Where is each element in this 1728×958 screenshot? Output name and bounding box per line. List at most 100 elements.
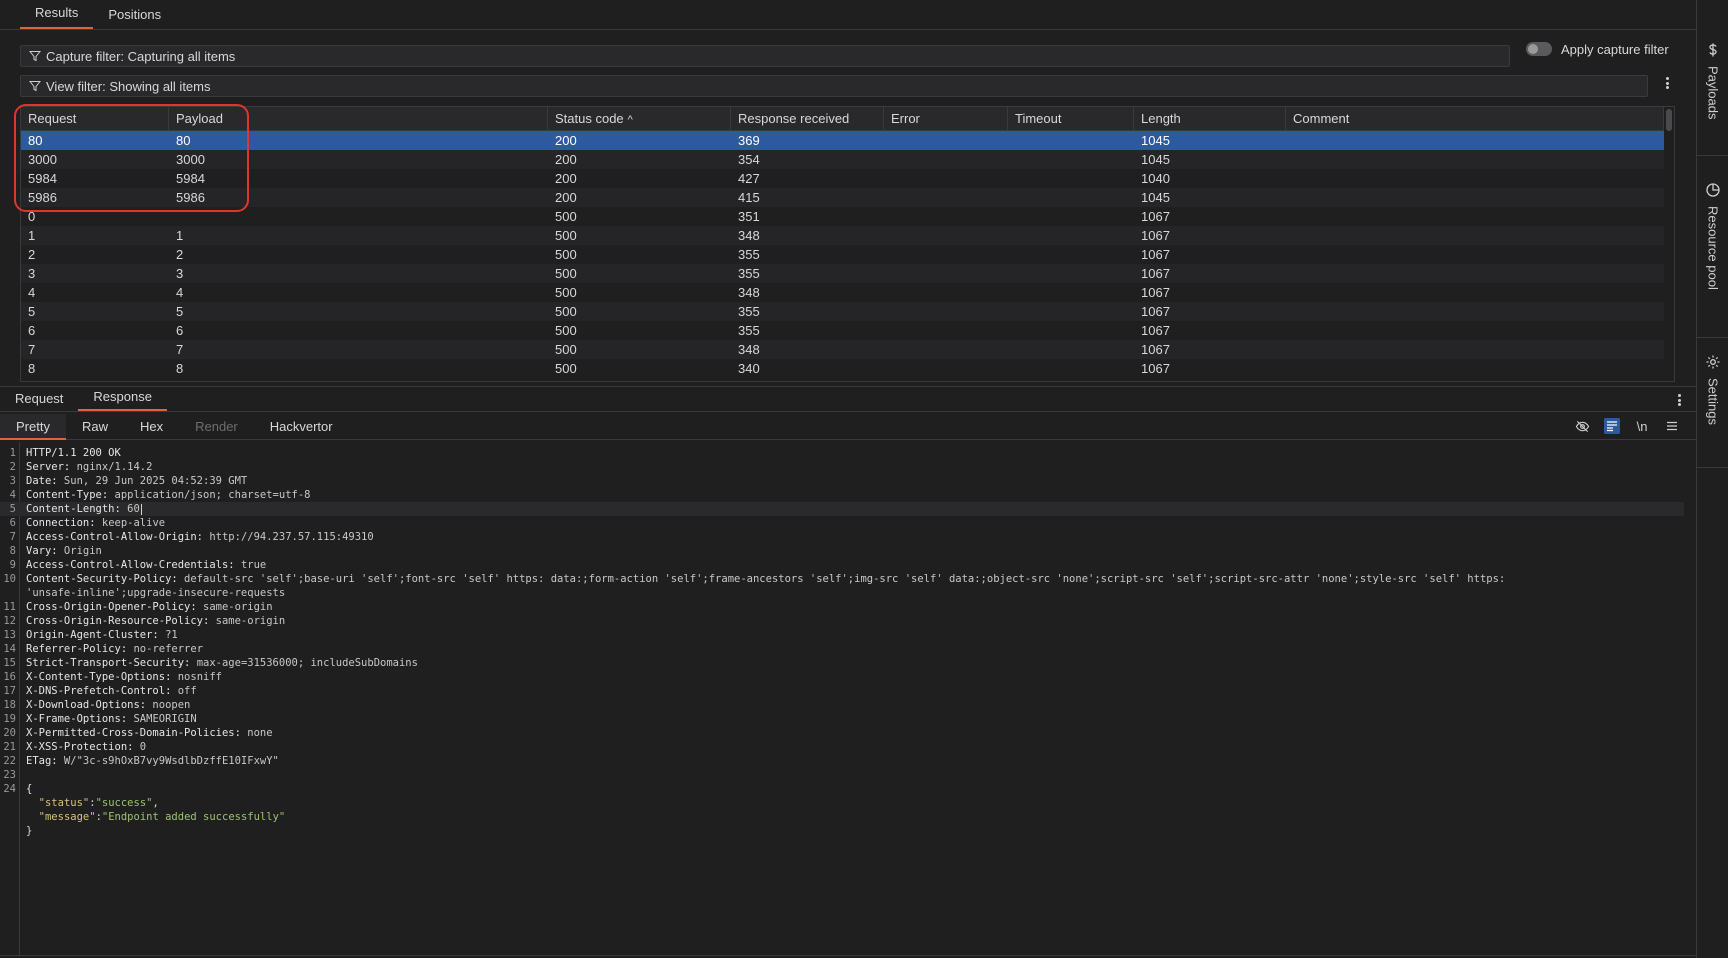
results-table: Request Payload Status code ^ Response recei… bbox=[20, 106, 1675, 382]
header-name: Access-Control-Allow-Credentials: bbox=[26, 559, 235, 571]
tab-hackvertor[interactable]: Hackvertor bbox=[254, 414, 349, 440]
show-newlines-icon[interactable]: \n bbox=[1634, 418, 1650, 434]
sidebar-item-resource-pool[interactable]: Resource pool bbox=[1697, 170, 1728, 338]
tab-pretty[interactable]: Pretty bbox=[0, 413, 66, 440]
wrap-lines-icon[interactable] bbox=[1604, 418, 1620, 434]
sidebar-label-resource-pool: Resource pool bbox=[1705, 206, 1721, 290]
column-header-length[interactable]: Length bbox=[1134, 107, 1286, 131]
table-cell bbox=[884, 207, 1008, 226]
table-cell: 200 bbox=[555, 152, 577, 167]
header-name: Content-Security-Policy: bbox=[26, 573, 178, 585]
table-cell: 6 bbox=[28, 323, 36, 338]
dollar-icon bbox=[1709, 43, 1717, 57]
table-cell bbox=[884, 188, 1008, 207]
response-editor[interactable]: 1 HTTP/1.1 200 OK 2 Server: nginx/1.14.2 3 Da… bbox=[0, 442, 1696, 956]
table-row[interactable]: 1 1 500 348 1067 bbox=[21, 226, 1664, 245]
table-cell: 500 bbox=[555, 342, 577, 357]
highlight-annotation bbox=[14, 104, 249, 212]
table-row[interactable]: 5986 5986 200 415 1045 bbox=[21, 188, 1664, 207]
table-cell: 6 bbox=[176, 323, 184, 338]
header-value: Sun, 29 Jun 2025 04:52:39 GMT bbox=[57, 475, 248, 487]
code-line: 5 Content-Length: 60 bbox=[0, 502, 1684, 516]
line-number: 10 bbox=[3, 573, 16, 585]
tab-request[interactable]: Request bbox=[0, 391, 78, 411]
column-header-timeout[interactable]: Timeout bbox=[1008, 107, 1134, 131]
json-close-brace: } bbox=[26, 825, 33, 837]
apply-capture-filter-toggle[interactable] bbox=[1526, 42, 1552, 56]
line-number: 14 bbox=[3, 643, 16, 655]
hamburger-menu-icon[interactable] bbox=[1664, 418, 1680, 434]
header-value: 60 bbox=[120, 503, 140, 515]
column-header-error[interactable]: Error bbox=[884, 107, 1008, 131]
table-cell: 415 bbox=[738, 190, 760, 205]
code-line: 23 bbox=[0, 768, 1684, 782]
line-number: 22 bbox=[3, 755, 16, 767]
table-cell: 1045 bbox=[1141, 152, 1170, 167]
table-row[interactable]: 5 5 500 355 1067 bbox=[21, 302, 1664, 321]
code-line: 13 Origin-Agent-Cluster: ?1 bbox=[0, 628, 1684, 642]
table-cell: 7 bbox=[28, 342, 36, 357]
table-row[interactable]: 4 4 500 348 1067 bbox=[21, 283, 1664, 302]
tab-results[interactable]: Results bbox=[20, 5, 94, 29]
table-row[interactable]: 7 7 500 348 1067 bbox=[21, 340, 1664, 359]
column-header-response-received[interactable]: Response received bbox=[731, 107, 884, 131]
header-value: 0 bbox=[133, 741, 147, 753]
line-number: 24 bbox=[3, 783, 16, 795]
sidebar-item-payloads[interactable]: Payloads bbox=[1697, 30, 1728, 156]
intruder-results-window: Results Positions Capture filter: Captur… bbox=[0, 0, 1728, 958]
code-line: 18 X-Download-Options: noopen bbox=[0, 698, 1684, 712]
header-name: { bbox=[26, 783, 33, 795]
table-cell: 8 bbox=[28, 361, 36, 376]
table-cell bbox=[1286, 226, 1664, 245]
code-line: 21 X-XSS-Protection: 0 bbox=[0, 740, 1684, 754]
table-cell bbox=[884, 245, 1008, 264]
table-row[interactable]: 3000 3000 200 354 1045 bbox=[21, 150, 1664, 169]
table-row[interactable]: 2 2 500 355 1067 bbox=[21, 245, 1664, 264]
table-cell bbox=[1008, 188, 1134, 207]
code-line: 9 Access-Control-Allow-Credentials: true bbox=[0, 558, 1684, 572]
table-row[interactable]: 0 500 351 1067 bbox=[21, 207, 1664, 226]
line-number: 5 bbox=[9, 503, 16, 515]
table-cell: 355 bbox=[738, 247, 760, 262]
json-value-success: "success" bbox=[95, 797, 153, 809]
table-cell bbox=[1286, 245, 1664, 264]
table-cell bbox=[1008, 264, 1134, 283]
table-cell: 348 bbox=[738, 285, 760, 300]
table-row[interactable]: 5984 5984 200 427 1040 bbox=[21, 169, 1664, 188]
table-cell bbox=[884, 150, 1008, 169]
view-filter-bar[interactable]: View filter: Showing all items bbox=[20, 75, 1648, 97]
tab-raw[interactable]: Raw bbox=[66, 414, 124, 440]
panel-menu-icon[interactable] bbox=[1674, 392, 1684, 408]
table-row[interactable]: 3 3 500 355 1067 bbox=[21, 264, 1664, 283]
tab-positions[interactable]: Positions bbox=[93, 7, 176, 29]
sidebar-item-settings[interactable]: Settings bbox=[1697, 342, 1728, 468]
table-cell: 1067 bbox=[1141, 285, 1170, 300]
column-header-comment[interactable]: Comment bbox=[1286, 107, 1664, 131]
table-cell: 3 bbox=[176, 266, 184, 281]
hide-eye-icon[interactable] bbox=[1574, 418, 1590, 434]
table-cell: 1 bbox=[28, 228, 36, 243]
capture-filter-bar[interactable]: Capture filter: Capturing all items bbox=[20, 45, 1510, 67]
line-number: 13 bbox=[3, 629, 16, 641]
header-name: X-Frame-Options: bbox=[26, 713, 128, 725]
sidebar-label-payloads: Payloads bbox=[1705, 66, 1721, 120]
table-row[interactable]: 6 6 500 355 1067 bbox=[21, 321, 1664, 340]
code-line: 14 Referrer-Policy: no-referrer bbox=[0, 642, 1684, 656]
table-cell bbox=[1286, 207, 1664, 226]
line-number: 20 bbox=[3, 727, 16, 739]
table-cell: 1067 bbox=[1141, 323, 1170, 338]
table-cell: 355 bbox=[738, 323, 760, 338]
table-row[interactable]: 80 80 200 369 1045 bbox=[21, 131, 1664, 150]
table-cell bbox=[1286, 150, 1664, 169]
pie-chart-icon bbox=[1706, 183, 1720, 197]
table-scrollbar[interactable] bbox=[1666, 109, 1672, 131]
column-header-status-code[interactable]: Status code ^ bbox=[548, 107, 731, 131]
header-name: Content-Type: bbox=[26, 489, 109, 501]
view-filter-menu-icon[interactable] bbox=[1662, 75, 1672, 91]
table-cell bbox=[884, 359, 1008, 378]
tab-hex[interactable]: Hex bbox=[124, 414, 179, 440]
tab-response[interactable]: Response bbox=[78, 389, 167, 411]
table-row[interactable]: 8 8 500 340 1067 bbox=[21, 359, 1664, 378]
code-line: 24 { bbox=[0, 782, 1684, 796]
apply-capture-filter-label: Apply capture filter bbox=[1561, 42, 1669, 57]
